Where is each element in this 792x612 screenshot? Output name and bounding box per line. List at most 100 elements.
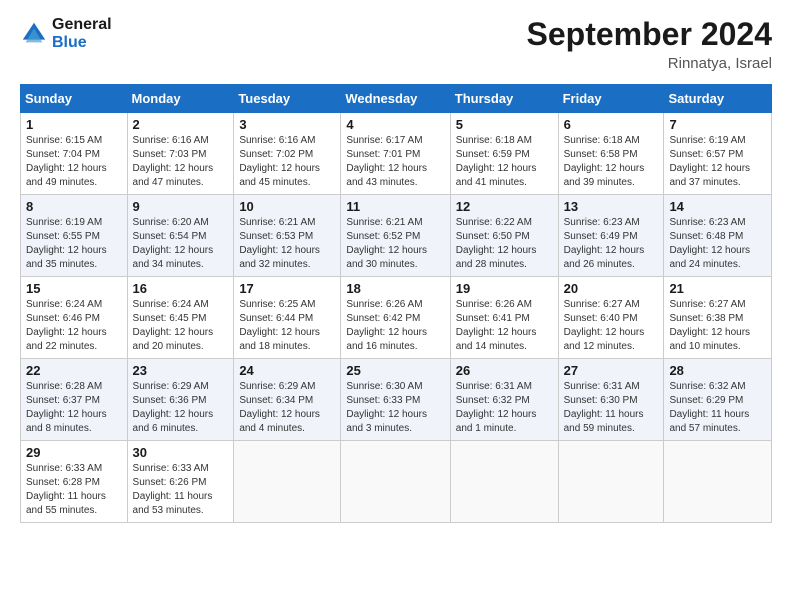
- header-friday: Friday: [558, 85, 664, 113]
- table-row: 10Sunrise: 6:21 AM Sunset: 6:53 PM Dayli…: [234, 195, 341, 277]
- day-number: 24: [239, 363, 335, 378]
- calendar-week-row: 1 Sunrise: 6:15 AM Sunset: 7:04 PM Daylig…: [21, 113, 772, 195]
- day-info: Sunrise: 6:22 AM Sunset: 6:50 PM Dayligh…: [456, 216, 553, 272]
- table-row: 25Sunrise: 6:30 AM Sunset: 6:33 PM Dayli…: [341, 359, 450, 441]
- day-number: 16: [133, 281, 229, 296]
- table-row: 24 Sunrise: 6:29 AM Sunset: 6:34 PM Dayli…: [234, 359, 341, 441]
- day-info: Sunrise: 6:24 AM Sunset: 6:45 PM Dayligh…: [133, 298, 229, 354]
- day-info: Sunrise: 6:28 AM Sunset: 6:37 PM Dayligh…: [26, 380, 122, 436]
- day-info: Sunrise: 6:23 AM Sunset: 6:49 PM Dayligh…: [564, 216, 659, 272]
- day-number: 7: [669, 117, 766, 132]
- day-info: Sunrise: 6:21 AM Sunset: 6:52 PM Dayligh…: [346, 216, 444, 272]
- day-info: Sunrise: 6:27 AM Sunset: 6:40 PM Dayligh…: [564, 298, 659, 354]
- logo-text: General Blue: [52, 16, 112, 52]
- table-row: 2 Sunrise: 6:16 AM Sunset: 7:03 PM Daylig…: [127, 113, 234, 195]
- month-title: September 2024: [527, 16, 772, 53]
- day-info: Sunrise: 6:25 AM Sunset: 6:44 PM Dayligh…: [239, 298, 335, 354]
- day-info: Sunrise: 6:16 AM Sunset: 7:03 PM Dayligh…: [133, 134, 229, 190]
- day-number: 3: [239, 117, 335, 132]
- day-number: 12: [456, 199, 553, 214]
- table-row: 20 Sunrise: 6:27 AM Sunset: 6:40 PM Dayli…: [558, 277, 664, 359]
- header-wednesday: Wednesday: [341, 85, 450, 113]
- table-row: 16 Sunrise: 6:24 AM Sunset: 6:45 PM Dayli…: [127, 277, 234, 359]
- day-info: Sunrise: 6:15 AM Sunset: 7:04 PM Dayligh…: [26, 134, 122, 190]
- day-info: Sunrise: 6:18 AM Sunset: 6:59 PM Dayligh…: [456, 134, 553, 190]
- day-number: 9: [133, 199, 229, 214]
- table-row: 12 Sunrise: 6:22 AM Sunset: 6:50 PM Dayli…: [450, 195, 558, 277]
- day-number: 11: [346, 199, 444, 214]
- day-info: Sunrise: 6:30 AM Sunset: 6:33 PM Dayligh…: [346, 380, 444, 436]
- day-number: 15: [26, 281, 122, 296]
- table-row: 14 Sunrise: 6:23 AM Sunset: 6:48 PM Dayli…: [664, 195, 772, 277]
- table-row: 23Sunrise: 6:29 AM Sunset: 6:36 PM Dayli…: [127, 359, 234, 441]
- day-number: 5: [456, 117, 553, 132]
- table-row: 8Sunrise: 6:19 AM Sunset: 6:55 PM Daylig…: [21, 195, 128, 277]
- day-info: Sunrise: 6:19 AM Sunset: 6:55 PM Dayligh…: [26, 216, 122, 272]
- calendar-week-row: 22 Sunrise: 6:28 AM Sunset: 6:37 PM Dayli…: [21, 359, 772, 441]
- day-info: Sunrise: 6:33 AM Sunset: 6:26 PM Dayligh…: [133, 462, 229, 518]
- day-number: 10: [239, 199, 335, 214]
- table-row: 21Sunrise: 6:27 AM Sunset: 6:38 PM Dayli…: [664, 277, 772, 359]
- day-info: Sunrise: 6:29 AM Sunset: 6:36 PM Dayligh…: [133, 380, 229, 436]
- table-row: 29Sunrise: 6:33 AM Sunset: 6:28 PM Dayli…: [21, 441, 128, 523]
- table-row: 5 Sunrise: 6:18 AM Sunset: 6:59 PM Daylig…: [450, 113, 558, 195]
- table-row: [450, 441, 558, 523]
- day-number: 20: [564, 281, 659, 296]
- calendar-header-row: Sunday Monday Tuesday Wednesday Thursday…: [21, 85, 772, 113]
- day-number: 19: [456, 281, 553, 296]
- day-number: 14: [669, 199, 766, 214]
- table-row: 7 Sunrise: 6:19 AM Sunset: 6:57 PM Daylig…: [664, 113, 772, 195]
- day-number: 6: [564, 117, 659, 132]
- table-row: 18 Sunrise: 6:26 AM Sunset: 6:42 PM Dayli…: [341, 277, 450, 359]
- day-info: Sunrise: 6:31 AM Sunset: 6:32 PM Dayligh…: [456, 380, 553, 436]
- day-info: Sunrise: 6:32 AM Sunset: 6:29 PM Dayligh…: [669, 380, 766, 436]
- day-number: 22: [26, 363, 122, 378]
- table-row: 4 Sunrise: 6:17 AM Sunset: 7:01 PM Daylig…: [341, 113, 450, 195]
- day-info: Sunrise: 6:19 AM Sunset: 6:57 PM Dayligh…: [669, 134, 766, 190]
- table-row: 19 Sunrise: 6:26 AM Sunset: 6:41 PM Dayli…: [450, 277, 558, 359]
- day-info: Sunrise: 6:20 AM Sunset: 6:54 PM Dayligh…: [133, 216, 229, 272]
- day-number: 30: [133, 445, 229, 460]
- table-row: 22 Sunrise: 6:28 AM Sunset: 6:37 PM Dayli…: [21, 359, 128, 441]
- calendar-week-row: 15 Sunrise: 6:24 AM Sunset: 6:46 PM Dayli…: [21, 277, 772, 359]
- day-info: Sunrise: 6:24 AM Sunset: 6:46 PM Dayligh…: [26, 298, 122, 354]
- table-row: 11 Sunrise: 6:21 AM Sunset: 6:52 PM Dayli…: [341, 195, 450, 277]
- day-info: Sunrise: 6:17 AM Sunset: 7:01 PM Dayligh…: [346, 134, 444, 190]
- day-number: 2: [133, 117, 229, 132]
- day-number: 27: [564, 363, 659, 378]
- day-info: Sunrise: 6:29 AM Sunset: 6:34 PM Dayligh…: [239, 380, 335, 436]
- header-thursday: Thursday: [450, 85, 558, 113]
- calendar-table: Sunday Monday Tuesday Wednesday Thursday…: [20, 84, 772, 523]
- table-row: 1 Sunrise: 6:15 AM Sunset: 7:04 PM Daylig…: [21, 113, 128, 195]
- day-info: Sunrise: 6:26 AM Sunset: 6:41 PM Dayligh…: [456, 298, 553, 354]
- table-row: 6 Sunrise: 6:18 AM Sunset: 6:58 PM Daylig…: [558, 113, 664, 195]
- table-row: 13 Sunrise: 6:23 AM Sunset: 6:49 PM Dayli…: [558, 195, 664, 277]
- day-info: Sunrise: 6:33 AM Sunset: 6:28 PM Dayligh…: [26, 462, 122, 518]
- table-row: 3Sunrise: 6:16 AM Sunset: 7:02 PM Daylig…: [234, 113, 341, 195]
- logo-icon: [20, 20, 48, 48]
- day-info: Sunrise: 6:23 AM Sunset: 6:48 PM Dayligh…: [669, 216, 766, 272]
- table-row: 28 Sunrise: 6:32 AM Sunset: 6:29 PM Dayli…: [664, 359, 772, 441]
- calendar-week-row: 8Sunrise: 6:19 AM Sunset: 6:55 PM Daylig…: [21, 195, 772, 277]
- header: General Blue September 2024 Rinnatya, Is…: [20, 16, 772, 72]
- table-row: 27Sunrise: 6:31 AM Sunset: 6:30 PM Dayli…: [558, 359, 664, 441]
- location: Rinnatya, Israel: [527, 55, 772, 72]
- calendar-week-row: 29Sunrise: 6:33 AM Sunset: 6:28 PM Dayli…: [21, 441, 772, 523]
- day-number: 26: [456, 363, 553, 378]
- page: General Blue September 2024 Rinnatya, Is…: [0, 0, 792, 612]
- day-number: 13: [564, 199, 659, 214]
- day-info: Sunrise: 6:27 AM Sunset: 6:38 PM Dayligh…: [669, 298, 766, 354]
- day-number: 4: [346, 117, 444, 132]
- day-number: 18: [346, 281, 444, 296]
- table-row: 30 Sunrise: 6:33 AM Sunset: 6:26 PM Dayli…: [127, 441, 234, 523]
- title-area: September 2024 Rinnatya, Israel: [527, 16, 772, 72]
- day-number: 28: [669, 363, 766, 378]
- day-info: Sunrise: 6:18 AM Sunset: 6:58 PM Dayligh…: [564, 134, 659, 190]
- table-row: 26 Sunrise: 6:31 AM Sunset: 6:32 PM Dayli…: [450, 359, 558, 441]
- day-info: Sunrise: 6:26 AM Sunset: 6:42 PM Dayligh…: [346, 298, 444, 354]
- table-row: [234, 441, 341, 523]
- day-number: 1: [26, 117, 122, 132]
- table-row: 15 Sunrise: 6:24 AM Sunset: 6:46 PM Dayli…: [21, 277, 128, 359]
- table-row: 9 Sunrise: 6:20 AM Sunset: 6:54 PM Daylig…: [127, 195, 234, 277]
- logo: General Blue: [20, 16, 112, 52]
